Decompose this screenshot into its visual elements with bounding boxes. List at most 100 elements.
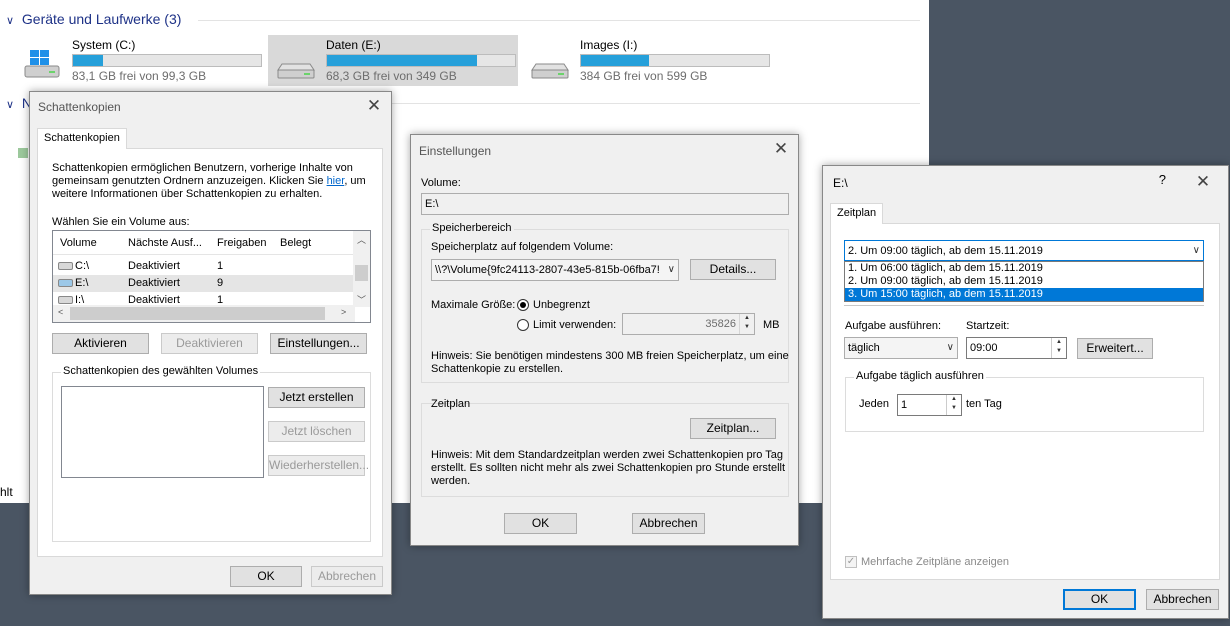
- column-shares[interactable]: Freigaben: [217, 237, 267, 249]
- row-next-run: Deaktiviert: [128, 260, 180, 272]
- help-icon[interactable]: ?: [1159, 172, 1166, 187]
- tab-zeitplan[interactable]: Zeitplan: [830, 203, 884, 224]
- scroll-left-icon[interactable]: <: [58, 307, 63, 317]
- section-divider: [198, 20, 920, 21]
- schedule-option[interactable]: 3. Um 15:00 täglich, ab dem 15.11.2019: [845, 288, 1203, 301]
- limit-unit: MB: [763, 319, 780, 331]
- row-volume: C:\: [75, 260, 90, 272]
- spin-arrows-icon[interactable]: ▲ ▼: [739, 314, 754, 334]
- cancel-button[interactable]: Abbrechen: [311, 566, 383, 587]
- schedule-select[interactable]: 2. Um 09:00 täglich, ab dem 15.11.2019 ∨: [844, 240, 1204, 261]
- table-row[interactable]: C:\ Deaktiviert 1: [53, 258, 355, 275]
- windows-drive-icon: [24, 50, 60, 78]
- limit-input[interactable]: 35826 ▲ ▼: [622, 313, 755, 335]
- scroll-up-icon[interactable]: ︿: [357, 233, 366, 246]
- spin-arrows-icon[interactable]: ▲ ▼: [946, 395, 961, 415]
- cancel-button[interactable]: Abbrechen: [632, 513, 705, 534]
- drive-usage-bar: [580, 54, 770, 67]
- horizontal-scrollbar[interactable]: < >: [53, 305, 355, 322]
- info-link[interactable]: hier: [327, 175, 345, 187]
- table-row[interactable]: E:\ Deaktiviert 9: [53, 275, 355, 292]
- create-now-button[interactable]: Jetzt erstellen: [268, 387, 365, 408]
- disable-button[interactable]: Deaktivieren: [161, 333, 258, 354]
- unlimited-label: Unbegrenzt: [533, 299, 590, 311]
- drive-free-space: 384 GB frei von 599 GB: [580, 69, 708, 83]
- ok-button[interactable]: OK: [504, 513, 577, 534]
- shadow-copies-list[interactable]: [61, 386, 264, 478]
- storage-hint-line2: Schattenkopie zu erstellen.: [431, 363, 564, 375]
- vertical-scrollbar[interactable]: ︿ ﹀: [353, 231, 370, 307]
- use-limit-label: Limit verwenden:: [533, 319, 617, 331]
- multiple-schedules-checkbox[interactable]: ✓: [845, 556, 857, 568]
- column-next-run[interactable]: Nächste Ausf...: [128, 237, 202, 249]
- advanced-button[interactable]: Erweitert...: [1077, 338, 1153, 359]
- scroll-right-icon[interactable]: >: [341, 307, 346, 317]
- storage-volume-select[interactable]: \\?\Volume{9fc24113-2807-43e5-815b-06fba…: [431, 259, 679, 281]
- enable-button[interactable]: Aktivieren: [52, 333, 149, 354]
- scrollbar-thumb[interactable]: [70, 307, 325, 320]
- row-shares: 1: [217, 260, 224, 272]
- spin-arrows-icon[interactable]: ▲ ▼: [1051, 338, 1066, 358]
- unlimited-radio[interactable]: [517, 299, 529, 311]
- task-select[interactable]: täglich ∨: [844, 337, 958, 359]
- every-label: Jeden: [859, 398, 889, 410]
- day-suffix-label: ten Tag: [966, 398, 1002, 410]
- interval-value: 1: [901, 399, 908, 411]
- start-time-input[interactable]: 09:00 ▲ ▼: [966, 337, 1067, 359]
- drive-c[interactable]: System (C:) 83,1 GB frei von 99,3 GB: [14, 35, 264, 86]
- max-size-label: Maximale Größe:: [431, 299, 516, 311]
- details-button[interactable]: Details...: [690, 259, 776, 280]
- volume-select-label: Wählen Sie ein Volume aus:: [52, 216, 190, 228]
- drive-icon: [531, 63, 569, 79]
- settings-button[interactable]: Einstellungen...: [270, 333, 367, 354]
- intro-text-line2: gemeinsam genutzten Ordnern anzuzeigen. …: [52, 175, 366, 187]
- drive-i[interactable]: Images (I:) 384 GB frei von 599 GB: [522, 35, 772, 86]
- restore-button[interactable]: Wiederherstellen...: [268, 455, 369, 476]
- devices-section-header[interactable]: ∨ Geräte und Laufwerke (3): [6, 11, 181, 27]
- drive-e[interactable]: Daten (E:) 68,3 GB frei von 349 GB: [268, 35, 518, 86]
- schedule-option[interactable]: 1. Um 06:00 täglich, ab dem 15.11.2019: [845, 262, 1203, 275]
- storage-volume-label: Speicherplatz auf folgendem Volume:: [431, 241, 614, 253]
- volume-list[interactable]: Volume Nächste Ausf... Freigaben Belegt …: [52, 230, 371, 323]
- drive-icon: [58, 279, 73, 287]
- cancel-button[interactable]: Abbrechen: [1146, 589, 1219, 610]
- schedule-hint-line1: Hinweis: Mit dem Standardzeitplan werden…: [431, 449, 783, 461]
- task-label: Aufgabe ausführen:: [845, 320, 942, 332]
- column-volume[interactable]: Volume: [60, 237, 97, 249]
- schedule-hint-line2: erstellt. Es sollten nicht mehr als zwei…: [431, 462, 786, 474]
- schedule-dropdown-list[interactable]: 1. Um 06:00 täglich, ab dem 15.11.2019 2…: [844, 261, 1204, 302]
- multiple-schedules-label: Mehrfache Zeitpläne anzeigen: [861, 556, 1009, 568]
- drive-name: Daten (E:): [326, 38, 381, 52]
- chevron-down-icon: ∨: [1192, 245, 1200, 256]
- schedule-button[interactable]: Zeitplan...: [690, 418, 776, 439]
- volume-label: Volume:: [421, 177, 461, 189]
- drive-free-space: 68,3 GB frei von 349 GB: [326, 69, 457, 83]
- ok-button[interactable]: OK: [230, 566, 302, 587]
- task-value: täglich: [848, 342, 880, 354]
- group-title: Schattenkopien des gewählten Volumes: [61, 365, 261, 377]
- close-icon[interactable]: ✕: [1192, 171, 1214, 193]
- delete-now-button[interactable]: Jetzt löschen: [268, 421, 365, 442]
- drive-icon: [277, 63, 315, 79]
- scrollbar-thumb[interactable]: [355, 265, 368, 281]
- storage-volume-value: \\?\Volume{9fc24113-2807-43e5-815b-06fba…: [435, 264, 660, 276]
- tab-schattenkopien[interactable]: Schattenkopien: [37, 128, 127, 149]
- schedule-group-title: Zeitplan: [431, 398, 471, 410]
- schedule-hint-line3: werden.: [431, 475, 471, 487]
- ok-button[interactable]: OK: [1063, 589, 1136, 610]
- drive-name: System (C:): [72, 38, 136, 52]
- intro-text-line3: weitere Informationen über Schattenkopie…: [52, 188, 323, 200]
- chevron-down-icon[interactable]: ∨: [6, 98, 18, 111]
- limit-value: 35826: [705, 318, 736, 330]
- schedule-option[interactable]: 2. Um 09:00 täglich, ab dem 15.11.2019: [845, 275, 1203, 288]
- close-icon[interactable]: ✕: [363, 95, 385, 117]
- use-limit-radio[interactable]: [517, 319, 529, 331]
- close-icon[interactable]: ✕: [770, 138, 792, 160]
- interval-input[interactable]: 1 ▲ ▼: [897, 394, 962, 416]
- devices-section-title: Geräte und Laufwerke (3): [21, 11, 182, 27]
- scroll-down-icon[interactable]: ﹀: [357, 293, 366, 306]
- explorer-side-text: hlt: [0, 485, 13, 499]
- column-used[interactable]: Belegt: [280, 237, 311, 249]
- chevron-down-icon[interactable]: ∨: [6, 14, 18, 27]
- group-title: Aufgabe täglich ausführen: [854, 370, 986, 382]
